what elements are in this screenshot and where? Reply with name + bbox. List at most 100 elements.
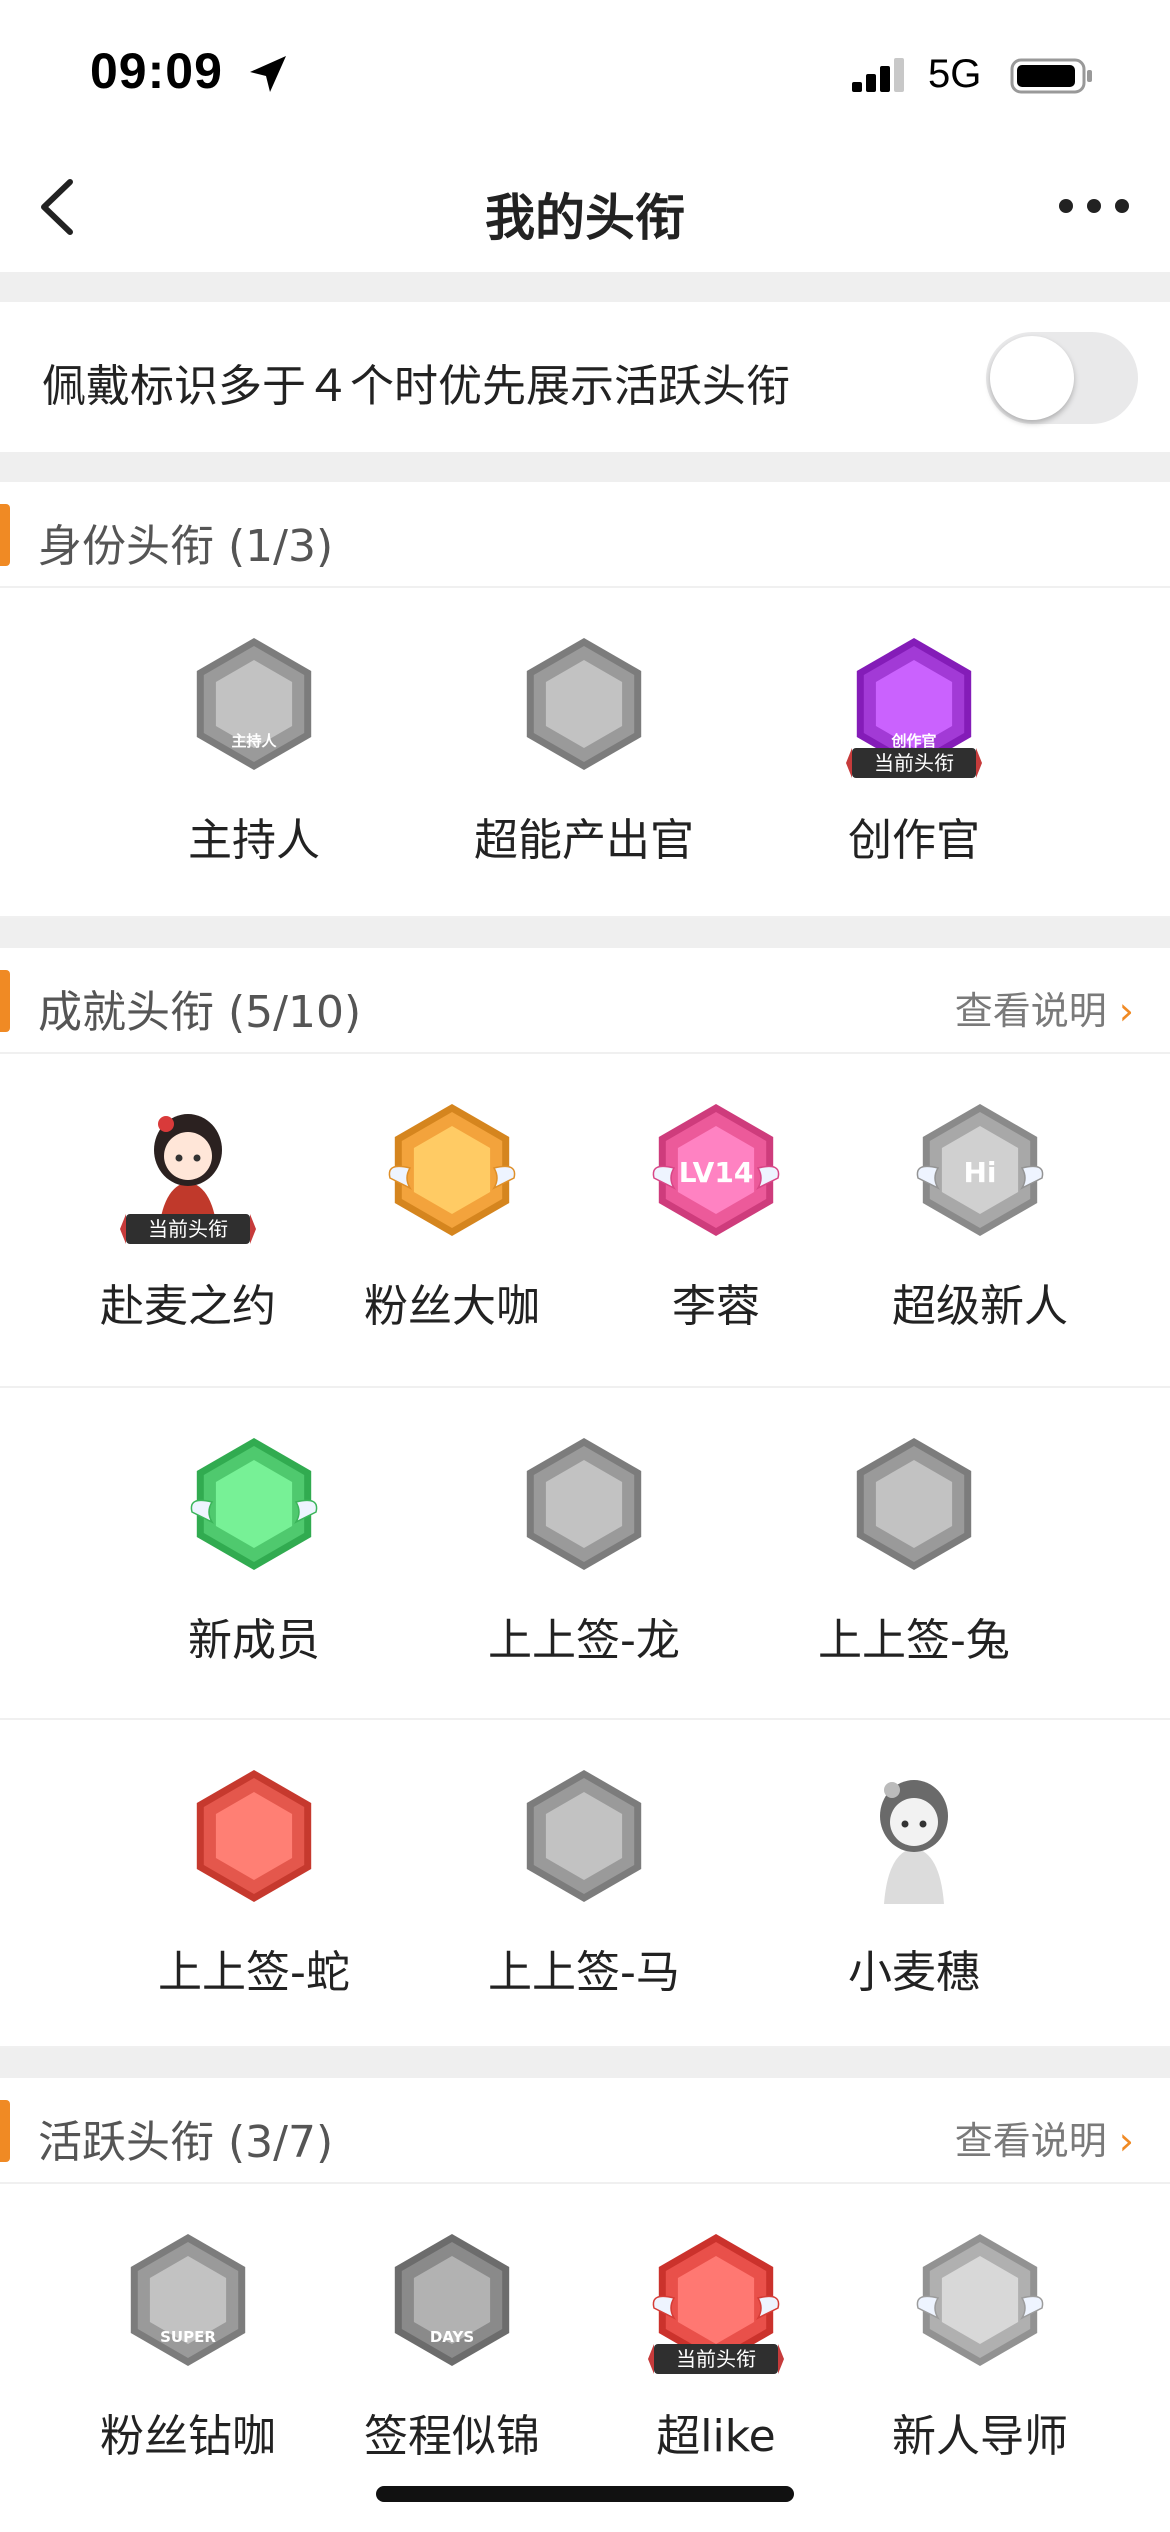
divider bbox=[0, 272, 1170, 302]
badge-girl-avatar-badge[interactable]: 当前头衔 赴麦之约 bbox=[68, 1098, 308, 1334]
princess-badge-icon bbox=[880, 1780, 948, 1904]
cellular-signal-icon bbox=[852, 58, 904, 92]
badge-icon-wrap: Hi bbox=[910, 1098, 1050, 1248]
badge-dragon-badge[interactable]: 上上签-龙 bbox=[464, 1432, 704, 1668]
hand-badge-icon bbox=[190, 1438, 318, 1570]
badge-icon-wrap: 当前头衔 bbox=[646, 2228, 786, 2378]
badge-icon-wrap bbox=[844, 1764, 984, 1914]
badge-icon-wrap bbox=[184, 1764, 324, 1914]
badge-label: 主持人 bbox=[188, 815, 320, 866]
badge-label: 超级新人 bbox=[892, 1281, 1068, 1332]
badge-icon-wrap: DAYS bbox=[382, 2228, 522, 2378]
achievement-badge-row: 新成员 上上签-龙 上上签-兔 bbox=[0, 1388, 1170, 1720]
section-accent-bar bbox=[0, 504, 10, 566]
microphone-badge-icon: 主持人 bbox=[196, 638, 312, 770]
100-days-badge-icon: DAYS bbox=[394, 2234, 510, 2366]
nav-bar: 我的头衔 bbox=[0, 140, 1170, 272]
badge-princess-badge[interactable]: 小麦穗 bbox=[794, 1764, 1034, 2000]
identity-section-header: 身份头衔 (1/3) bbox=[0, 482, 1170, 588]
status-bar: 09:09 5G bbox=[0, 0, 1170, 140]
badge-label: 新成员 bbox=[188, 1615, 320, 1666]
badge-hand-badge[interactable]: 新成员 bbox=[134, 1432, 374, 1668]
horse-badge-icon bbox=[526, 1770, 642, 1902]
badge-mini-text: DAYS bbox=[430, 2328, 474, 2346]
badge-icon-wrap: 当前头衔 bbox=[118, 1098, 258, 1248]
current-title-tag: 当前头衔 bbox=[648, 2344, 784, 2374]
help-link-label: 查看说明 bbox=[954, 989, 1107, 1033]
badge-super-heart-badge[interactable]: SUPER 粉丝钻咖 bbox=[68, 2228, 308, 2464]
badge-label: 上上签-龙 bbox=[488, 1615, 680, 1666]
badge-icon-wrap bbox=[514, 1432, 654, 1582]
badge-icon-wrap bbox=[184, 1432, 324, 1582]
badge-label: 上上签-蛇 bbox=[158, 1947, 350, 1998]
badge-icon-wrap bbox=[514, 632, 654, 782]
activity-help-link[interactable]: 查看说明 › bbox=[955, 2110, 1134, 2165]
badge-icon-wrap: LV14 bbox=[646, 1098, 786, 1248]
badge-icon-wrap bbox=[910, 2228, 1050, 2378]
badge-icon-wrap: 创作官 当前头衔 bbox=[844, 632, 984, 782]
mortarboard-badge-icon bbox=[916, 2234, 1044, 2366]
badge-mortarboard-badge[interactable]: 新人导师 bbox=[860, 2228, 1100, 2464]
badge-icon-wrap: 主持人 bbox=[184, 632, 324, 782]
level-badge-icon: LV14 bbox=[652, 1104, 780, 1236]
divider bbox=[0, 918, 1170, 948]
badge-mini-text: LV14 bbox=[679, 1156, 754, 1189]
section-accent-bar bbox=[0, 970, 10, 1032]
location-arrow-icon bbox=[250, 56, 286, 92]
badge-microphone-badge[interactable]: 主持人 主持人 bbox=[134, 632, 374, 868]
snake-badge-icon bbox=[196, 1770, 312, 1902]
divider bbox=[0, 452, 1170, 482]
badge-label: 上上签-马 bbox=[488, 1947, 680, 1998]
badge-trophy-badge[interactable]: 当前头衔超like bbox=[596, 2228, 836, 2464]
more-dots-icon[interactable] bbox=[1054, 186, 1134, 226]
badge-icon-wrap: SUPER bbox=[118, 2228, 258, 2378]
toggle-knob bbox=[990, 336, 1074, 420]
badge-label: 李蓉 bbox=[672, 1281, 760, 1332]
toggle-label: 佩戴标识多于４个时优先展示活跃头衔 bbox=[42, 361, 790, 412]
badge-label: 粉丝钻咖 bbox=[100, 2411, 276, 2462]
divider bbox=[0, 2048, 1170, 2078]
battery-icon bbox=[1010, 58, 1092, 94]
section-accent-bar bbox=[0, 2100, 10, 2162]
dragon-badge-icon bbox=[526, 1438, 642, 1570]
help-link-label: 查看说明 bbox=[954, 2119, 1107, 2163]
badge-icon-wrap bbox=[514, 1764, 654, 1914]
achievement-section-title: 成就头衔 (5/10) bbox=[38, 987, 362, 1038]
identity-section-title: 身份头衔 (1/3) bbox=[38, 521, 334, 572]
badge-mini-text: SUPER bbox=[160, 2328, 216, 2346]
priority-toggle-switch[interactable] bbox=[986, 332, 1138, 424]
rabbit-badge-icon bbox=[856, 1438, 972, 1570]
super-heart-badge-icon: SUPER bbox=[130, 2234, 246, 2366]
badge-100-days-badge[interactable]: DAYS 签程似锦 bbox=[332, 2228, 572, 2464]
current-title-tag: 当前头衔 bbox=[120, 1214, 256, 1244]
badge-icon-wrap bbox=[844, 1432, 984, 1582]
badge-hi-badge[interactable]: Hi 超级新人 bbox=[860, 1098, 1100, 1334]
badge-icon-wrap bbox=[382, 1098, 522, 1248]
badge-label: 创作官 bbox=[848, 815, 980, 866]
cube-badge-icon bbox=[526, 638, 642, 770]
badge-mini-text: Hi bbox=[963, 1156, 996, 1189]
badge-creator-badge[interactable]: 创作官 当前头衔创作官 bbox=[794, 632, 1034, 868]
activity-section-title: 活跃头衔 (3/7) bbox=[38, 2117, 334, 2168]
badge-label: 上上签-兔 bbox=[818, 1615, 1010, 1666]
badge-rabbit-badge[interactable]: 上上签-兔 bbox=[794, 1432, 1034, 1668]
current-title-tag: 当前头衔 bbox=[846, 748, 982, 778]
badge-level-badge[interactable]: LV14 李蓉 bbox=[596, 1098, 836, 1334]
achievement-badge-row: 上上签-蛇 上上签-马 小麦穗 bbox=[0, 1720, 1170, 2048]
badge-label: 小麦穗 bbox=[848, 1947, 980, 1998]
chevron-right-icon: › bbox=[1118, 2119, 1134, 2163]
achievement-section-header: 成就头衔 (5/10) 查看说明 › bbox=[0, 948, 1170, 1054]
badge-horse-badge[interactable]: 上上签-马 bbox=[464, 1764, 704, 2000]
badge-label: 签程似锦 bbox=[364, 2411, 540, 2462]
badge-crown-badge[interactable]: 粉丝大咖 bbox=[332, 1098, 572, 1334]
badge-cube-badge[interactable]: 超能产出官 bbox=[464, 632, 704, 868]
activity-section-header: 活跃头衔 (3/7) 查看说明 › bbox=[0, 2078, 1170, 2184]
badge-snake-badge[interactable]: 上上签-蛇 bbox=[134, 1764, 374, 2000]
achievement-badge-row: 当前头衔 赴麦之约 粉丝大咖 LV14 李蓉 Hi 超级新人 bbox=[0, 1054, 1170, 1388]
badge-label: 超like bbox=[656, 2411, 776, 2462]
crown-badge-icon bbox=[388, 1104, 516, 1236]
achievement-help-link[interactable]: 查看说明 › bbox=[955, 980, 1134, 1035]
page-title: 我的头衔 bbox=[485, 189, 685, 247]
badge-label: 新人导师 bbox=[892, 2411, 1068, 2462]
home-indicator bbox=[376, 2486, 794, 2502]
